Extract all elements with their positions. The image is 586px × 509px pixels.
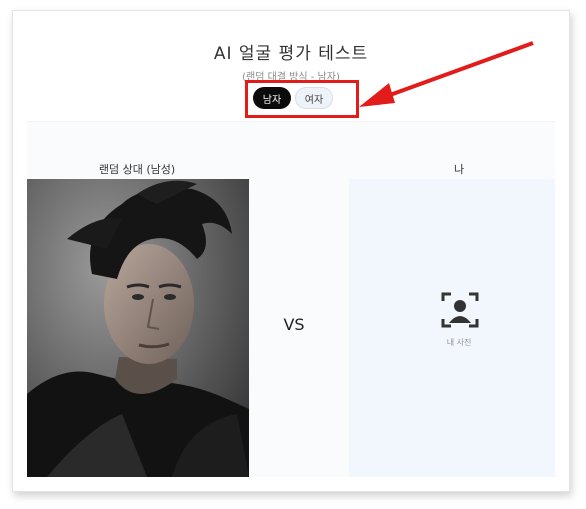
my-photo-label: 내 사진 [446,338,472,347]
me-label: 나 [453,163,465,176]
screenshot-frame: AI 얼굴 평가 테스트 (랜덤 대결 방식 - 남자) 남자 여자 랜덤 상대… [12,10,570,492]
opponent-label: 랜덤 상대 (남성) [98,163,176,176]
portrait-upload-icon [441,292,479,328]
vs-label: VS [283,315,305,334]
opponent-photo [27,179,249,477]
my-photo-upload[interactable]: 내 사진 [349,179,555,477]
opponent-photo-illustration [27,179,249,477]
red-arrow-annotation [359,41,534,107]
highlight-box [245,80,359,118]
